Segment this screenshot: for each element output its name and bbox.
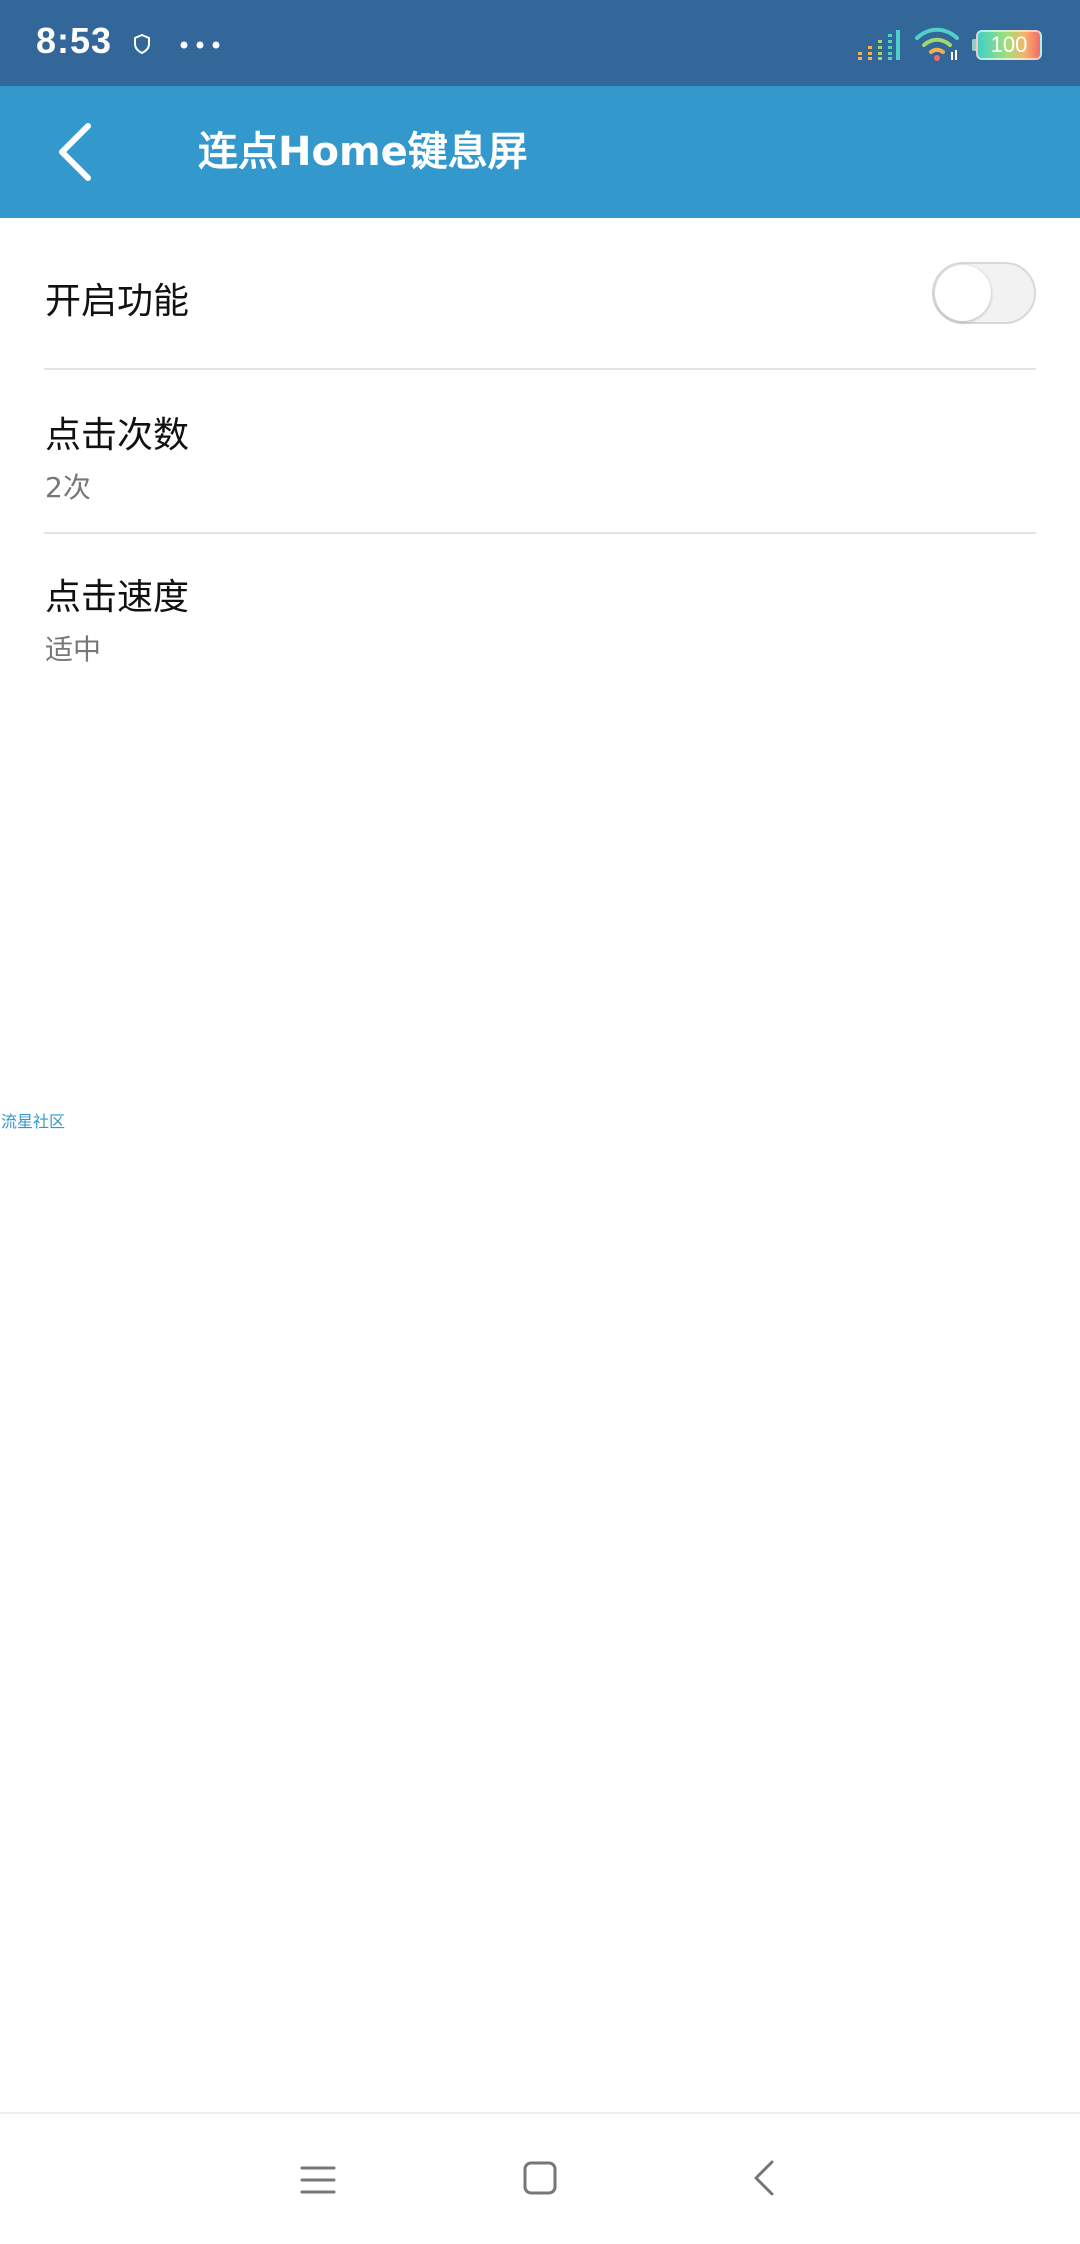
setting-tap-count-value: 2次: [45, 471, 91, 504]
status-time: 8:53: [36, 20, 113, 61]
watermark: 流星社区: [1, 1112, 66, 1131]
setting-tap-speed-value: 适中: [45, 633, 102, 666]
settings-list: 开启功能 点击次数 2次 点击速度 适中: [0, 218, 1080, 694]
setting-tap-count-label: 点击次数: [45, 415, 190, 456]
setting-tap-speed-label: 点击速度: [45, 577, 190, 618]
status-bar: 8:53 100: [0, 0, 1080, 86]
setting-tap-count-row[interactable]: 点击次数 2次: [0, 370, 1080, 534]
menu-icon[interactable]: [296, 2158, 340, 2202]
signal-icon: [858, 30, 900, 60]
wifi-icon: [915, 27, 959, 61]
home-icon[interactable]: [518, 2156, 562, 2200]
setting-enable-label: 开启功能: [45, 281, 190, 322]
battery-icon: 100: [972, 30, 1042, 60]
setting-enable-row[interactable]: 开启功能: [0, 218, 1080, 370]
enable-toggle[interactable]: [932, 262, 1036, 324]
more-dots-icon: [180, 41, 220, 49]
shield-icon: [134, 34, 150, 54]
battery-level: 100: [990, 32, 1028, 57]
back-icon[interactable]: [744, 2156, 788, 2200]
app-bar: 连点Home键息屏: [0, 86, 1080, 218]
back-button[interactable]: [40, 114, 116, 190]
setting-tap-speed-row[interactable]: 点击速度 适中: [0, 532, 1080, 694]
toggle-knob: [935, 265, 991, 321]
screen: 8:53 100 连点Home键息屏 开启功能 点击次数 2次 点击速度 适中 …: [0, 0, 1080, 2244]
chevron-left-icon: [59, 123, 91, 181]
page-title: 连点Home键息屏: [198, 129, 528, 175]
navigation-bar: [0, 2112, 1080, 2244]
